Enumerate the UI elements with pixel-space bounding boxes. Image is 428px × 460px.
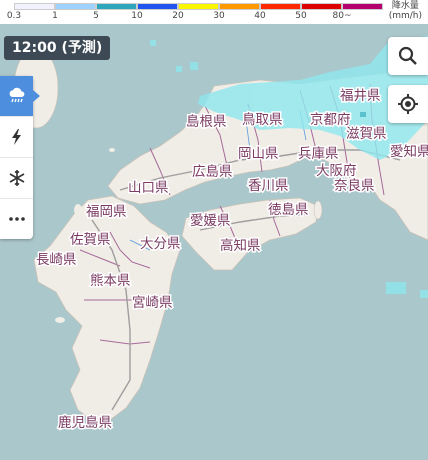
awaji-island xyxy=(313,200,323,220)
legend-tick: 5 xyxy=(93,11,99,21)
legend-tick: 30 xyxy=(213,11,225,21)
time-badge[interactable]: 12:00 (予測) xyxy=(4,36,111,60)
small-island xyxy=(55,317,65,323)
search-button[interactable] xyxy=(388,37,428,75)
legend-swatch xyxy=(301,3,342,10)
legend-unit: 降水量 (mm/h) xyxy=(389,1,422,21)
label-tokushima: 徳島県 xyxy=(268,202,309,218)
small-island xyxy=(109,148,115,152)
legend-tick: 1 xyxy=(52,11,58,21)
legend-tick: 40 xyxy=(254,11,266,21)
label-kumamoto: 熊本県 xyxy=(90,273,131,289)
label-shimane: 島根県 xyxy=(186,114,227,130)
label-yamaguchi: 山口県 xyxy=(128,180,169,196)
legend-tick: 0.3 xyxy=(6,11,22,21)
label-osaka: 大阪府 xyxy=(316,163,357,179)
label-saga: 佐賀県 xyxy=(70,232,111,248)
label-kochi: 高知県 xyxy=(220,237,261,254)
current-location-button[interactable] xyxy=(388,85,428,123)
weather-map[interactable]: 福井県 京都府 滋賀県 愛知県 島根県 鳥取県 岡山県 兵庫県 大阪府 広島県 … xyxy=(0,0,428,460)
label-nara: 奈良県 xyxy=(334,178,375,194)
label-kagawa: 香川県 xyxy=(248,178,289,194)
legend-swatch xyxy=(55,3,96,10)
locate-icon xyxy=(398,94,418,114)
label-hyogo: 兵庫県 xyxy=(298,146,339,162)
label-shiga: 滋賀県 xyxy=(346,126,387,142)
legend-swatch xyxy=(342,3,383,10)
legend-swatch xyxy=(137,3,178,10)
more-button[interactable] xyxy=(0,199,33,239)
legend-color-bar xyxy=(14,3,383,10)
lightning-layer-button[interactable] xyxy=(0,117,33,158)
rain-layer-button[interactable] xyxy=(0,76,40,117)
legend-tick: 10 xyxy=(131,11,143,21)
label-hiroshima: 広島県 xyxy=(192,164,233,180)
precipitation-legend: 0.3 1 5 10 20 30 40 50 80~ 降水量 (mm/h) xyxy=(0,0,428,24)
legend-ticks: 0.3 1 5 10 20 30 40 50 80~ xyxy=(0,11,395,23)
legend-swatch xyxy=(96,3,137,10)
legend-unit-title: 降水量 xyxy=(391,1,419,11)
layer-sidebar xyxy=(0,76,40,239)
lightning-icon xyxy=(11,129,21,145)
legend-tick: 50 xyxy=(295,11,307,21)
search-icon xyxy=(398,46,417,65)
snowflake-icon xyxy=(9,170,24,186)
label-kagoshima: 鹿児島県 xyxy=(58,414,112,431)
legend-swatch xyxy=(14,3,55,10)
label-miyazaki: 宮崎県 xyxy=(132,295,173,311)
label-nagasaki: 長崎県 xyxy=(36,252,77,268)
legend-tick: 20 xyxy=(172,11,184,21)
label-tottori: 鳥取県 xyxy=(242,112,283,128)
label-fukuoka: 福岡県 xyxy=(86,204,127,220)
legend-tick: 80~ xyxy=(332,11,352,21)
more-icon xyxy=(8,217,25,221)
rain-cloud-icon xyxy=(9,87,24,103)
label-ehime: 愛媛県 xyxy=(190,213,231,229)
label-aichi: 愛知県 xyxy=(390,143,428,160)
snow-layer-button[interactable] xyxy=(0,158,33,199)
small-island xyxy=(74,383,82,397)
label-oita: 大分県 xyxy=(140,236,181,252)
legend-unit-mmh: (mm/h) xyxy=(388,11,422,21)
legend-swatch xyxy=(219,3,260,10)
small-island xyxy=(74,204,82,216)
label-kyoto: 京都府 xyxy=(310,112,351,128)
legend-swatch xyxy=(178,3,219,10)
legend-swatch xyxy=(260,3,301,10)
label-okayama: 岡山県 xyxy=(238,146,279,162)
label-fukui: 福井県 xyxy=(340,88,381,104)
